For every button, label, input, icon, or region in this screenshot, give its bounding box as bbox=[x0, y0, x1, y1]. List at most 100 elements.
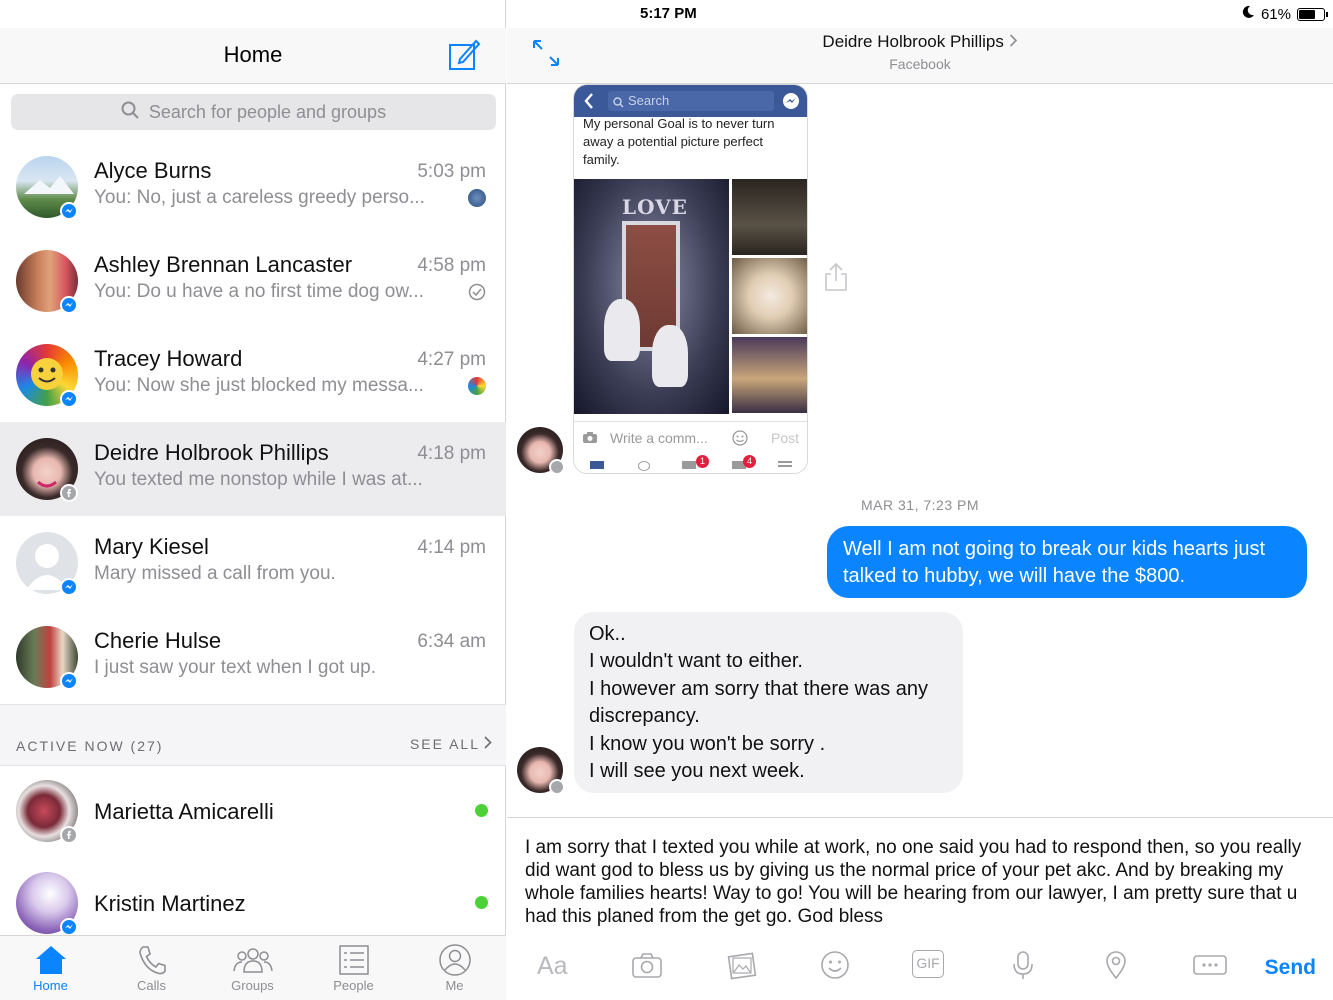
message-line: I wouldn't want to either. bbox=[589, 650, 803, 673]
conversation-row[interactable]: Alyce Burns 5:03 pm You: No, just a care… bbox=[0, 140, 506, 234]
facebook-badge-icon bbox=[549, 459, 565, 475]
message-preview: You texted me nonstop while I was at... bbox=[94, 469, 423, 490]
incoming-message-bubble[interactable]: Ok.. I wouldn't want to either. I howeve… bbox=[574, 612, 963, 793]
tab-home[interactable]: Home bbox=[0, 936, 101, 1000]
seen-avatar-icon bbox=[468, 189, 486, 207]
smiley-icon bbox=[732, 430, 748, 449]
home-icon bbox=[35, 946, 66, 974]
fb-search-bar: Search bbox=[574, 85, 807, 117]
message-time: 4:18 pm bbox=[417, 443, 486, 464]
notification-badge-1: 1 bbox=[696, 455, 709, 468]
tab-me[interactable]: Me bbox=[404, 936, 505, 1000]
contact-name: Cherie Hulse bbox=[94, 628, 222, 653]
page-title: Home bbox=[223, 42, 283, 67]
see-all-label: SEE ALL bbox=[409, 736, 480, 752]
microphone-icon[interactable] bbox=[1012, 950, 1034, 990]
contact-name: Marietta Amicarelli bbox=[94, 799, 274, 824]
more-options-icon[interactable] bbox=[1193, 950, 1227, 990]
notification-badge-2: 4 bbox=[743, 455, 756, 468]
gif-icon[interactable]: GIF bbox=[912, 950, 944, 990]
emoji-icon[interactable] bbox=[819, 950, 851, 990]
messenger-badge-icon bbox=[60, 390, 78, 408]
contact-name: Alyce Burns bbox=[94, 158, 212, 183]
sent-check-icon bbox=[468, 283, 486, 301]
message-line: Ok.. bbox=[589, 623, 626, 645]
tab-label: Me bbox=[445, 978, 464, 993]
search-placeholder: Search for people and groups bbox=[148, 101, 387, 122]
send-button[interactable]: Send bbox=[1265, 956, 1316, 980]
tab-calls[interactable]: Calls bbox=[101, 936, 202, 1000]
messenger-icon bbox=[782, 92, 800, 115]
fb-nav-row: 1 4 bbox=[574, 455, 807, 473]
tab-people[interactable]: People bbox=[303, 936, 404, 1000]
back-chevron-icon bbox=[584, 93, 594, 114]
chevron-right-icon bbox=[484, 736, 492, 752]
fb-search-box: Search bbox=[608, 91, 774, 111]
search-icon bbox=[121, 101, 139, 124]
messenger-badge-icon bbox=[60, 578, 78, 596]
share-icon[interactable] bbox=[823, 262, 849, 297]
messenger-badge-icon bbox=[60, 202, 78, 220]
message-line: I know you won't be sorry . bbox=[589, 732, 826, 755]
home-header: Home bbox=[0, 28, 506, 84]
menu-icon bbox=[778, 461, 792, 463]
message-input[interactable]: I am sorry that I texted you while at wo… bbox=[525, 836, 1315, 928]
message-preview: You: Do u have a no first time dog ow... bbox=[94, 281, 424, 302]
facebook-badge-icon bbox=[549, 779, 565, 795]
dogs-door-photo: LOVE bbox=[574, 179, 729, 414]
message-preview: Mary missed a call from you. bbox=[94, 563, 336, 584]
chat-header: Deidre Holbrook Phillips Facebook bbox=[507, 28, 1333, 84]
contact-name: Deidre Holbrook Phillips bbox=[822, 32, 1004, 51]
conversation-list-panel: Home Search for people and groups Alyce … bbox=[0, 0, 506, 1000]
conversation-row[interactable]: Tracey Howard 4:27 pm You: Now she just … bbox=[0, 328, 506, 422]
active-person-row[interactable]: Marietta Amicarelli bbox=[0, 766, 506, 858]
message-composer: I am sorry that I texted you while at wo… bbox=[507, 817, 1333, 1000]
messenger-badge-icon bbox=[60, 296, 78, 314]
messenger-badge-icon bbox=[60, 918, 78, 936]
news-feed-icon bbox=[590, 461, 604, 469]
facebook-badge-icon bbox=[60, 484, 78, 502]
fb-search-text: Search bbox=[628, 93, 670, 108]
tab-label: People bbox=[333, 978, 374, 993]
conversation-row[interactable]: Cherie Hulse 6:34 am I just saw your tex… bbox=[0, 610, 506, 704]
online-indicator bbox=[475, 804, 488, 817]
tab-groups[interactable]: Groups bbox=[202, 936, 303, 1000]
contact-name: Kristin Martinez bbox=[94, 891, 246, 916]
message-time: 6:34 am bbox=[417, 631, 486, 652]
conversation-row[interactable]: Mary Kiesel 4:14 pm Mary missed a call f… bbox=[0, 516, 506, 610]
message-line: I will see you next week. bbox=[589, 760, 805, 783]
message-preview: You: No, just a careless greedy perso... bbox=[94, 187, 425, 208]
see-all-button[interactable]: SEE ALL bbox=[410, 736, 492, 752]
seen-avatar-icon bbox=[468, 377, 486, 395]
message-time: 4:14 pm bbox=[417, 537, 486, 558]
conversation-row-selected[interactable]: Deidre Holbrook Phillips 4:18 pm You tex… bbox=[0, 422, 506, 516]
tab-label: Home bbox=[33, 978, 68, 993]
facebook-badge-icon bbox=[60, 826, 78, 844]
gif-label: GIF bbox=[912, 950, 944, 978]
outgoing-message-bubble[interactable]: Well I am not going to break our kids he… bbox=[827, 526, 1307, 598]
search-input[interactable]: Search for people and groups bbox=[11, 94, 496, 130]
camera-icon[interactable] bbox=[631, 950, 663, 990]
shared-screenshot-image[interactable]: Search My personal Goal is to never turn… bbox=[573, 84, 808, 474]
people-list-icon bbox=[338, 945, 369, 975]
contact-name: Deidre Holbrook Phillips bbox=[94, 440, 329, 465]
conversation-row[interactable]: Ashley Brennan Lancaster 4:58 pm You: Do… bbox=[0, 234, 506, 328]
message-time: 4:27 pm bbox=[417, 349, 486, 370]
video-icon bbox=[638, 461, 650, 471]
compose-icon[interactable] bbox=[446, 36, 482, 72]
post-caption: My personal Goal is to never turn away a… bbox=[583, 116, 775, 167]
message-line: I however am sorry that there was any di… bbox=[589, 677, 929, 728]
phone-icon bbox=[138, 946, 166, 975]
puppy-thumbnail bbox=[732, 258, 807, 334]
groups-icon bbox=[232, 948, 273, 973]
dog-thumbnail bbox=[732, 179, 807, 255]
comment-bar: Write a comm... Post bbox=[574, 421, 807, 453]
location-pin-icon[interactable] bbox=[1104, 950, 1128, 990]
chat-title[interactable]: Deidre Holbrook Phillips bbox=[507, 32, 1333, 52]
search-icon bbox=[613, 94, 624, 114]
message-time: 4:58 pm bbox=[417, 255, 486, 276]
text-style-button[interactable]: Aa bbox=[537, 952, 568, 992]
photo-gallery-icon[interactable] bbox=[726, 950, 758, 990]
chevron-right-icon bbox=[1009, 32, 1018, 51]
message-preview: I just saw your text when I got up. bbox=[94, 657, 376, 678]
